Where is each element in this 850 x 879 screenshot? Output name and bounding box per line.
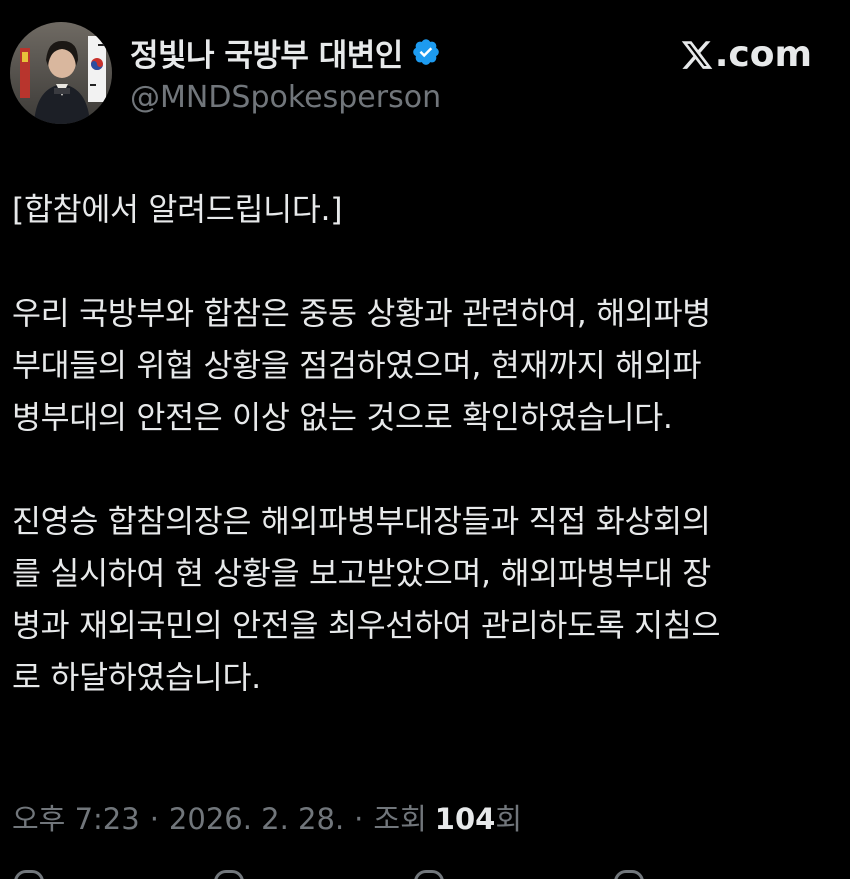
- tweet-header: 정빛나 국방부 대변인 @MNDSpokesperson .com: [0, 0, 850, 140]
- name-row: 정빛나 국방부 대변인: [130, 28, 441, 76]
- profile-photo: [10, 22, 112, 124]
- tweet-time[interactable]: 오후 7:23: [12, 796, 140, 838]
- views-suffix: 회: [495, 802, 522, 836]
- views-count: 104: [434, 802, 496, 836]
- tweet-paragraph: [합참에서 알려드립니다.]: [12, 192, 343, 228]
- handle[interactable]: @MNDSpokesperson: [130, 80, 441, 115]
- retweet-icon[interactable]: [214, 870, 244, 879]
- display-name[interactable]: 정빛나 국방부 대변인: [130, 30, 403, 75]
- tweet-paragraph: 우리 국방부와 합참은 중동 상황과 관련하여, 해외파병 부대들의 위협 상황…: [12, 296, 711, 436]
- brand-label: .com: [714, 34, 812, 75]
- tweet-date[interactable]: 2026. 2. 28.: [169, 802, 344, 836]
- action-bar: [0, 868, 850, 879]
- tweet-paragraph: 진영승 합참의장은 해외파병부대장들과 직접 화상회의 를 실시하여 현 상황을…: [12, 504, 721, 696]
- brand-link[interactable]: .com: [680, 34, 812, 75]
- avatar[interactable]: [10, 22, 112, 124]
- verified-badge-icon: [411, 37, 441, 67]
- tweet-text: [합참에서 알려드립니다.] 우리 국방부와 합참은 중동 상황과 관련하여, …: [12, 184, 842, 704]
- x-logo-icon: [681, 40, 713, 69]
- tweet-meta: 오후 7:23 · 2026. 2. 28. · 조회 104 회: [12, 796, 522, 838]
- like-icon[interactable]: [414, 870, 444, 879]
- bookmark-icon[interactable]: [614, 870, 644, 879]
- reply-icon[interactable]: [14, 870, 44, 879]
- author-info[interactable]: 정빛나 국방부 대변인 @MNDSpokesperson: [130, 28, 441, 116]
- meta-separator: ·: [149, 802, 159, 836]
- views-label: 조회: [373, 802, 427, 836]
- meta-separator: ·: [354, 802, 364, 836]
